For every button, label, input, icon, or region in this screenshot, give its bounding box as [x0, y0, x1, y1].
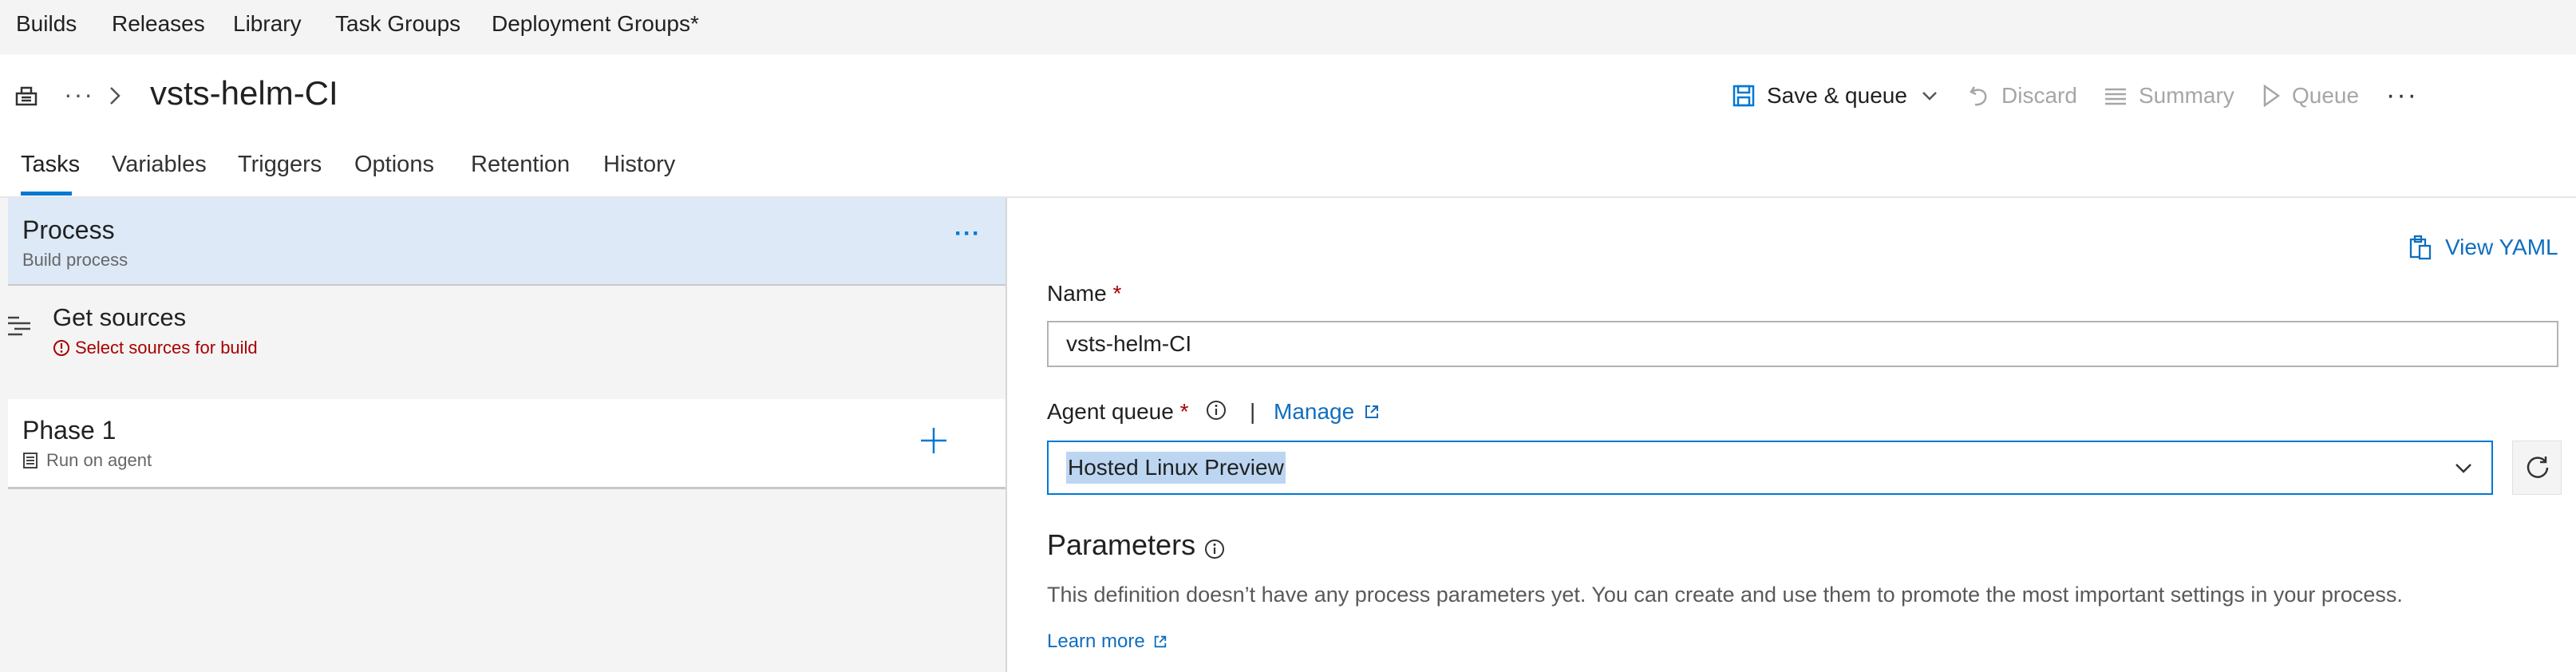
phase-title: Phase 1 [22, 416, 117, 445]
discard-label: Discard [2001, 83, 2077, 108]
process-subtitle: Build process [22, 250, 128, 270]
parameters-description: This definition doesn’t have any process… [1047, 583, 2403, 607]
parameters-heading: Parameters [1047, 528, 1196, 561]
tab-triggers[interactable]: Triggers [238, 152, 322, 178]
tab-tasks[interactable]: Tasks [21, 152, 80, 178]
agent-queue-value: Hosted Linux Preview [1066, 452, 1286, 484]
get-sources-warning-text: Select sources for build [75, 338, 258, 358]
toolbar-more-button[interactable]: ··· [2386, 80, 2418, 111]
required-marker: * [1112, 281, 1122, 306]
get-sources-title[interactable]: Get sources [53, 303, 186, 332]
view-yaml-link[interactable]: View YAML [2408, 235, 2558, 260]
learn-more-label: Learn more [1047, 630, 1145, 652]
save-queue-button[interactable]: Save & queue [1732, 78, 1950, 113]
learn-more-link[interactable]: Learn more [1047, 630, 1167, 653]
nav-releases[interactable]: Releases [112, 8, 205, 40]
process-item[interactable] [8, 198, 1006, 286]
clipboard-icon [2409, 235, 2432, 260]
page-title: vsts-helm-CI [150, 74, 338, 112]
agent-queue-label-text: Agent queue [1047, 399, 1174, 424]
warning-circle-icon [53, 340, 69, 356]
nav-builds[interactable]: Builds [16, 8, 77, 40]
tab-history[interactable]: History [603, 152, 675, 178]
name-label: Name * [1047, 281, 1121, 306]
queue-label: Queue [2292, 83, 2360, 108]
agent-queue-label: Agent queue * [1047, 399, 1189, 425]
agent-icon [23, 453, 38, 468]
queue-button[interactable]: Queue [2262, 78, 2359, 113]
save-queue-label: Save & queue [1767, 83, 1907, 108]
save-icon [1732, 85, 1755, 107]
tab-options[interactable]: Options [354, 152, 434, 178]
manage-label: Manage [1274, 399, 1355, 424]
tab-variables[interactable]: Variables [112, 152, 207, 178]
plus-icon[interactable] [919, 426, 948, 455]
get-sources-warning: Select sources for build [53, 338, 258, 358]
external-link-icon [1365, 405, 1379, 418]
play-icon [2263, 84, 2281, 108]
discard-button[interactable]: Discard [1968, 78, 2077, 113]
list-icon [2105, 88, 2126, 105]
tab-bar: Tasks Variables Triggers Options Retenti… [0, 144, 2576, 198]
nav-task-groups[interactable]: Task Groups [335, 8, 460, 40]
separator: | [1250, 399, 1256, 424]
name-field[interactable] [1047, 321, 2558, 367]
phase-subtitle-text: Run on agent [46, 450, 152, 470]
build-pipeline-icon[interactable] [14, 84, 38, 108]
process-more-button[interactable]: ··· [954, 220, 981, 247]
phase-subtitle: Run on agent [22, 450, 152, 471]
summary-label: Summary [2139, 83, 2234, 108]
phase-item[interactable] [8, 399, 1006, 489]
chevron-down-icon[interactable] [1920, 86, 1939, 105]
tab-retention[interactable]: Retention [471, 152, 570, 178]
summary-button[interactable]: Summary [2104, 78, 2234, 113]
required-marker: * [1179, 399, 1189, 424]
undo-icon [1970, 86, 1987, 106]
refresh-icon [2527, 457, 2549, 478]
view-yaml-label: View YAML [2445, 235, 2558, 259]
info-icon[interactable] [1205, 399, 1227, 421]
pane-divider[interactable] [1006, 198, 1007, 672]
chevron-down-icon[interactable] [2452, 457, 2475, 480]
chevron-right-icon [107, 85, 123, 107]
selected-tab-indicator [21, 192, 72, 196]
refresh-button[interactable] [2512, 441, 2562, 495]
process-title: Process [22, 215, 115, 244]
top-navigation: Builds Releases Library Task Groups Depl… [0, 0, 2576, 54]
info-icon[interactable] [1203, 538, 1226, 560]
manage-link[interactable]: Manage [1274, 399, 1380, 425]
external-link-icon [1154, 635, 1166, 648]
nav-library[interactable]: Library [233, 8, 302, 40]
name-label-text: Name [1047, 281, 1107, 306]
nav-deployment-groups[interactable]: Deployment Groups* [492, 8, 699, 40]
source-tree-icon [6, 314, 32, 337]
breadcrumb-more-button[interactable]: ··· [64, 80, 94, 109]
